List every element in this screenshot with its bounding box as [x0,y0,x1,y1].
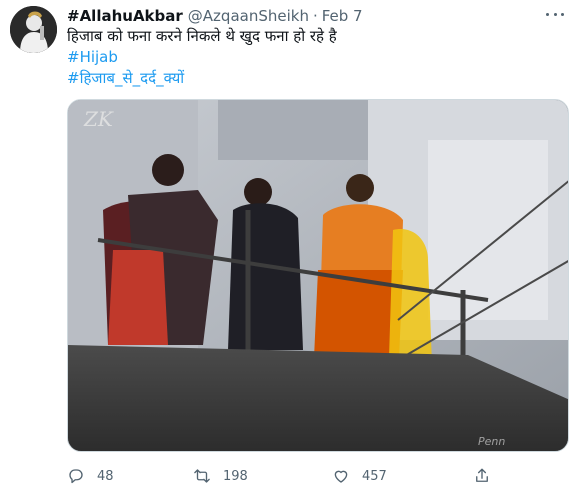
tweet[interactable]: #AllahuAkbar @AzqaanSheikh · Feb 7 हिजाब… [0,0,582,503]
retweet-button[interactable]: 198 [193,466,248,486]
reply-button[interactable]: 48 [67,466,114,486]
tweet-text-line: हिजाब को फना करने निकले थे खुद फना हो रह… [67,27,337,45]
video-still: ZK Penn [68,100,568,451]
like-count: 457 [362,468,387,484]
more-icon[interactable] [546,8,564,20]
tweet-text: हिजाब को फना करने निकले थे खुद फना हो रह… [67,26,337,89]
share-icon [473,467,491,485]
reply-count: 48 [97,468,114,484]
share-button[interactable] [473,466,491,486]
user-handle[interactable]: @AzqaanSheikh [188,7,309,25]
retweet-count: 198 [223,468,248,484]
tweet-header: #AllahuAkbar @AzqaanSheikh · Feb 7 [67,5,363,27]
like-button[interactable]: 457 [332,466,387,486]
display-name[interactable]: #AllahuAkbar [67,7,183,25]
watermark-bottom: Penn [478,435,505,448]
hashtag-hindi[interactable]: #हिजाब_से_दर्द_क्यों [67,68,337,89]
reply-icon [67,467,85,485]
tweet-media[interactable]: ZK Penn [67,99,569,452]
avatar-image [10,6,57,53]
avatar[interactable] [10,6,57,53]
timestamp[interactable]: Feb 7 [322,7,363,25]
action-bar: 48 198 457 [67,466,507,486]
heart-icon [332,467,350,485]
separator-dot: · [312,7,318,25]
hashtag-hijab[interactable]: #Hijab [67,47,337,68]
watermark-top: ZK [83,107,114,131]
retweet-icon [193,467,211,485]
